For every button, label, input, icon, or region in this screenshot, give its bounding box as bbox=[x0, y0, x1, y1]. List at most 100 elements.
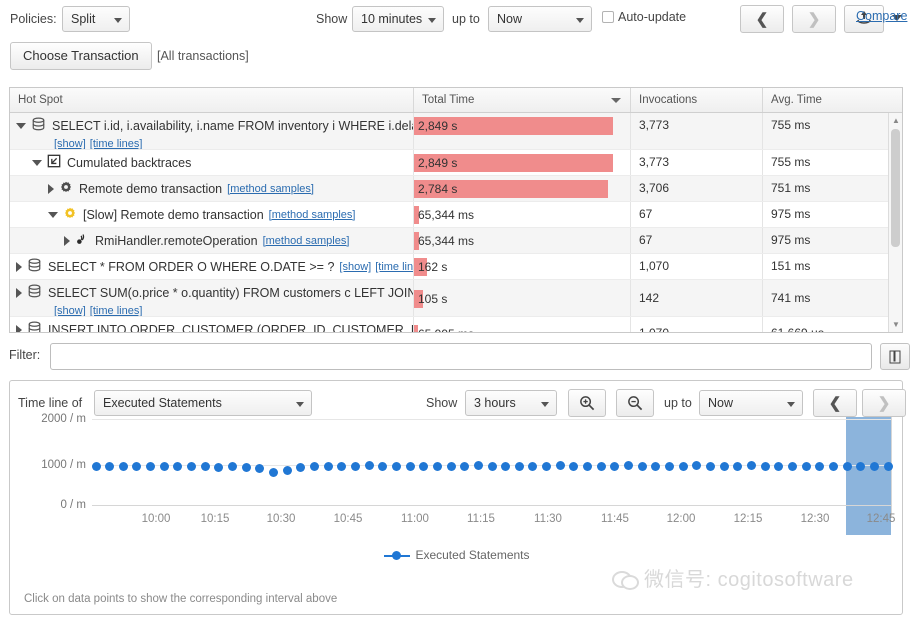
data-point[interactable] bbox=[596, 462, 606, 471]
scroll-down-arrow-icon[interactable]: ▼ bbox=[892, 320, 900, 329]
data-point[interactable] bbox=[241, 463, 251, 473]
data-point[interactable] bbox=[733, 461, 743, 471]
table-row[interactable]: Cumulated backtraces 2,849 s 3,773 755 m… bbox=[10, 150, 902, 176]
data-point[interactable] bbox=[460, 461, 470, 471]
table-vertical-scrollbar[interactable]: ▲ ▼ bbox=[888, 113, 902, 332]
chart-range-select[interactable]: 3 hours bbox=[465, 390, 557, 416]
time-lines-link[interactable]: [time lines] bbox=[90, 305, 143, 316]
data-point[interactable] bbox=[282, 466, 292, 476]
expand-collapse-toggle[interactable] bbox=[48, 183, 54, 194]
data-point[interactable] bbox=[364, 461, 374, 471]
data-point[interactable] bbox=[514, 462, 524, 471]
expand-collapse-toggle[interactable] bbox=[64, 235, 70, 246]
data-point[interactable] bbox=[487, 461, 497, 471]
timeline-metric-select[interactable]: Executed Statements bbox=[94, 390, 312, 416]
data-point[interactable] bbox=[309, 461, 319, 471]
show-link[interactable]: [show] bbox=[339, 261, 371, 273]
data-point[interactable] bbox=[883, 461, 893, 471]
step-back-button[interactable]: ❮ bbox=[740, 5, 784, 33]
expand-collapse-toggle[interactable] bbox=[16, 325, 22, 332]
time-lines-link[interactable]: [time lines] bbox=[90, 138, 143, 149]
method-samples-link[interactable]: [method samples] bbox=[263, 235, 350, 247]
data-point[interactable] bbox=[528, 461, 538, 471]
expand-collapse-toggle[interactable] bbox=[32, 159, 42, 166]
data-point[interactable] bbox=[665, 461, 675, 471]
expand-collapse-toggle[interactable] bbox=[16, 262, 22, 272]
show-link[interactable]: [show] bbox=[54, 138, 86, 149]
data-point[interactable] bbox=[405, 461, 415, 471]
zoom-in-button[interactable] bbox=[568, 389, 606, 417]
data-point[interactable] bbox=[787, 462, 797, 471]
data-point[interactable] bbox=[705, 461, 715, 471]
data-point[interactable] bbox=[187, 461, 197, 471]
policies-select[interactable]: Split bbox=[62, 6, 130, 32]
data-point[interactable] bbox=[473, 461, 483, 471]
data-point[interactable] bbox=[419, 461, 429, 471]
column-header-avg-time[interactable]: Avg. Time bbox=[763, 88, 888, 112]
data-point[interactable] bbox=[255, 464, 265, 474]
compare-link[interactable]: Compare bbox=[856, 9, 907, 23]
chart-step-back-button[interactable]: ❮ bbox=[813, 389, 857, 417]
data-point[interactable] bbox=[378, 462, 388, 471]
data-point[interactable] bbox=[869, 461, 879, 471]
data-point[interactable] bbox=[719, 461, 729, 471]
data-point[interactable] bbox=[432, 462, 442, 471]
data-point[interactable] bbox=[159, 462, 169, 472]
data-point[interactable] bbox=[746, 461, 756, 471]
method-samples-link[interactable]: [method samples] bbox=[227, 183, 314, 195]
data-point[interactable] bbox=[692, 461, 702, 471]
data-point[interactable] bbox=[651, 462, 661, 471]
auto-update-checkbox[interactable]: Auto-update bbox=[602, 10, 686, 24]
data-point[interactable] bbox=[774, 461, 784, 471]
data-point[interactable] bbox=[91, 462, 101, 472]
data-point[interactable] bbox=[583, 461, 593, 471]
data-point[interactable] bbox=[146, 461, 156, 471]
chart-step-forward-button[interactable]: ❯ bbox=[862, 389, 906, 417]
expand-collapse-toggle[interactable] bbox=[16, 123, 26, 129]
data-point[interactable] bbox=[815, 461, 825, 471]
data-point[interactable] bbox=[350, 461, 360, 471]
zoom-out-button[interactable] bbox=[616, 389, 654, 417]
expand-collapse-toggle[interactable] bbox=[48, 211, 58, 218]
data-point[interactable] bbox=[569, 461, 579, 471]
data-point[interactable] bbox=[760, 461, 770, 471]
data-point[interactable] bbox=[337, 461, 347, 471]
chart-upto-select[interactable]: Now bbox=[699, 390, 803, 416]
table-row[interactable]: SELECT SUM(o.price * o.quantity) FROM cu… bbox=[10, 280, 902, 317]
data-point[interactable] bbox=[637, 461, 647, 471]
time-lines-link[interactable]: [time lines] bbox=[375, 261, 413, 273]
table-row[interactable]: [Slow] Remote demo transaction [method s… bbox=[10, 202, 902, 228]
data-point[interactable] bbox=[624, 461, 634, 471]
data-point[interactable] bbox=[118, 462, 128, 471]
data-point[interactable] bbox=[132, 461, 142, 471]
table-row[interactable]: RmiHandler.remoteOperation [method sampl… bbox=[10, 228, 902, 254]
data-point[interactable] bbox=[323, 462, 333, 472]
show-range-select[interactable]: 10 minutes bbox=[352, 6, 444, 32]
timeline-plot[interactable]: 2000 / m 1000 / m 0 / m 10:00 10:15 10:3… bbox=[10, 413, 904, 537]
table-row[interactable]: Remote demo transaction [method samples]… bbox=[10, 176, 902, 202]
data-point[interactable] bbox=[610, 461, 620, 471]
data-point[interactable] bbox=[105, 461, 115, 471]
scroll-up-arrow-icon[interactable]: ▲ bbox=[892, 116, 900, 125]
filter-input[interactable] bbox=[50, 343, 872, 370]
upto-select[interactable]: Now bbox=[488, 6, 592, 32]
data-point[interactable] bbox=[828, 461, 838, 471]
data-point[interactable] bbox=[296, 462, 306, 472]
data-point[interactable] bbox=[446, 461, 456, 471]
columns-settings-button[interactable] bbox=[880, 343, 910, 370]
data-point[interactable] bbox=[200, 462, 210, 472]
show-link[interactable]: [show] bbox=[54, 305, 86, 316]
data-point[interactable] bbox=[391, 461, 401, 471]
data-point[interactable] bbox=[542, 461, 552, 471]
method-samples-link[interactable]: [method samples] bbox=[269, 209, 356, 221]
data-point[interactable] bbox=[801, 461, 811, 471]
data-point[interactable] bbox=[228, 462, 238, 472]
choose-transaction-button[interactable]: Choose Transaction bbox=[10, 42, 152, 70]
table-row[interactable]: SELECT i.id, i.availability, i.name FROM… bbox=[10, 113, 902, 150]
data-point[interactable] bbox=[173, 461, 183, 471]
data-point[interactable] bbox=[842, 461, 852, 471]
table-row[interactable]: SELECT * FROM ORDER O WHERE O.DATE >= ? … bbox=[10, 254, 902, 280]
data-point[interactable] bbox=[501, 461, 511, 471]
step-forward-button[interactable]: ❯ bbox=[792, 5, 836, 33]
data-point[interactable] bbox=[269, 467, 279, 477]
